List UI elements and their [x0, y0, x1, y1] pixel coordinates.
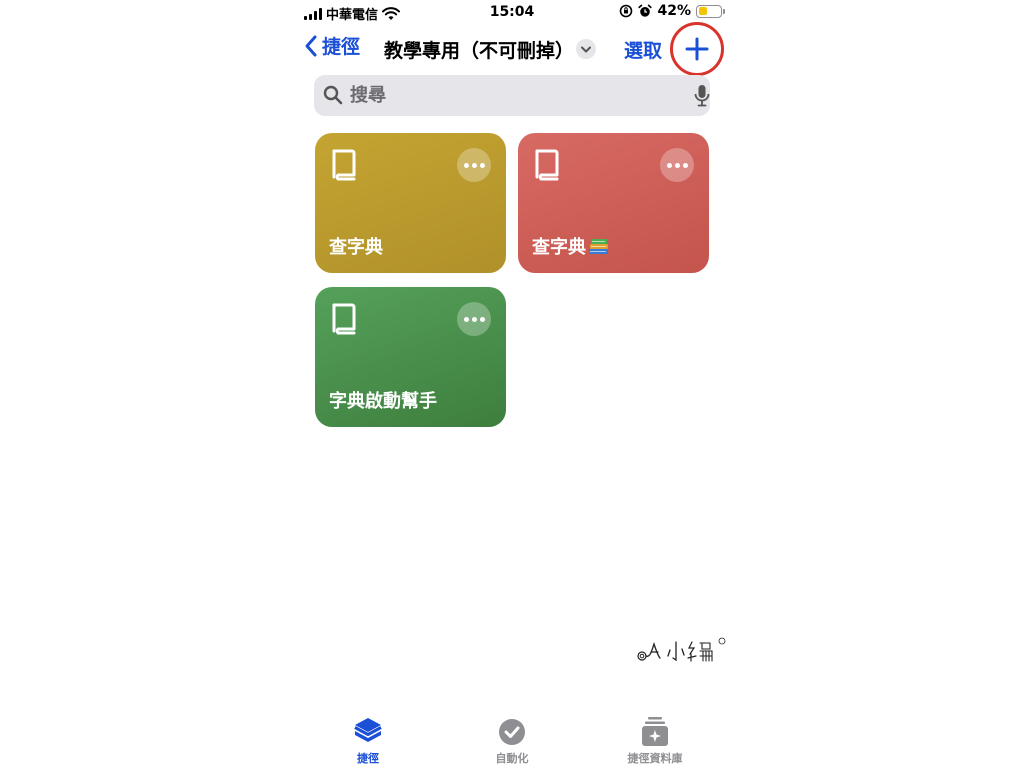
chevron-left-icon [305, 35, 317, 56]
shortcut-tile[interactable]: 查字典 [315, 133, 506, 273]
search-icon [323, 85, 343, 105]
tab-gallery[interactable]: 捷徑資料庫 [605, 714, 705, 766]
battery-icon [696, 4, 725, 18]
search-bar[interactable] [314, 75, 710, 116]
folder-title[interactable]: 教學專用（不可刪掉） [384, 36, 574, 63]
shortcut-label-text: 字典啟動幫手 [329, 391, 437, 412]
shortcut-label: 查字典 [532, 233, 610, 259]
back-button-label: 捷徑 [322, 36, 361, 58]
battery-percent: 42% [657, 3, 691, 19]
more-options-button[interactable] [660, 148, 694, 182]
phone-screen: 中華電信 15:04 42% 捷徑 教學專用（不可刪掉） 選取 搜尋 查字典 查… [298, 0, 726, 768]
tab-bar: 捷徑 自動化 捷徑資料庫 [298, 710, 726, 768]
highlight-circle [670, 22, 724, 76]
books-emoji-icon [589, 239, 608, 254]
book-icon [332, 303, 356, 335]
watermark-logo [637, 637, 726, 662]
tab-label: 捷徑資料庫 [627, 752, 683, 765]
chevron-down-icon [581, 46, 591, 52]
more-options-button[interactable] [457, 302, 491, 336]
tab-shortcuts[interactable]: 捷徑 [318, 714, 418, 766]
add-shortcut-button[interactable] [670, 22, 724, 76]
book-icon [535, 149, 559, 181]
gallery-icon [642, 717, 668, 746]
folder-menu-button[interactable] [576, 39, 596, 59]
clock-check-icon [499, 719, 525, 745]
more-options-button[interactable] [457, 148, 491, 182]
shortcut-label-text: 查字典 [532, 237, 586, 258]
shortcut-label-text: 查字典 [329, 237, 383, 258]
alarm-icon [638, 4, 653, 17]
book-icon [332, 149, 356, 181]
navigation-bar: 捷徑 教學專用（不可刪掉） 選取 [298, 22, 726, 76]
back-button[interactable]: 捷徑 [304, 32, 360, 59]
select-button[interactable]: 選取 [624, 36, 662, 63]
tab-label: 捷徑 [357, 752, 379, 765]
layers-icon [354, 718, 382, 742]
orientation-lock-icon [620, 4, 633, 18]
search-input[interactable] [350, 81, 670, 109]
status-bar: 中華電信 15:04 42% [298, 0, 726, 26]
shortcut-label: 字典啟動幫手 [329, 387, 437, 413]
shortcut-label: 查字典 [329, 233, 383, 259]
microphone-icon[interactable] [694, 84, 710, 108]
status-right: 42% [619, 3, 725, 19]
shortcut-tile[interactable]: 字典啟動幫手 [315, 287, 506, 427]
tab-label: 自動化 [495, 752, 529, 765]
shortcut-tile[interactable]: 查字典 [518, 133, 709, 273]
battery-level-fill [698, 7, 708, 15]
tab-automation[interactable]: 自動化 [462, 714, 562, 766]
